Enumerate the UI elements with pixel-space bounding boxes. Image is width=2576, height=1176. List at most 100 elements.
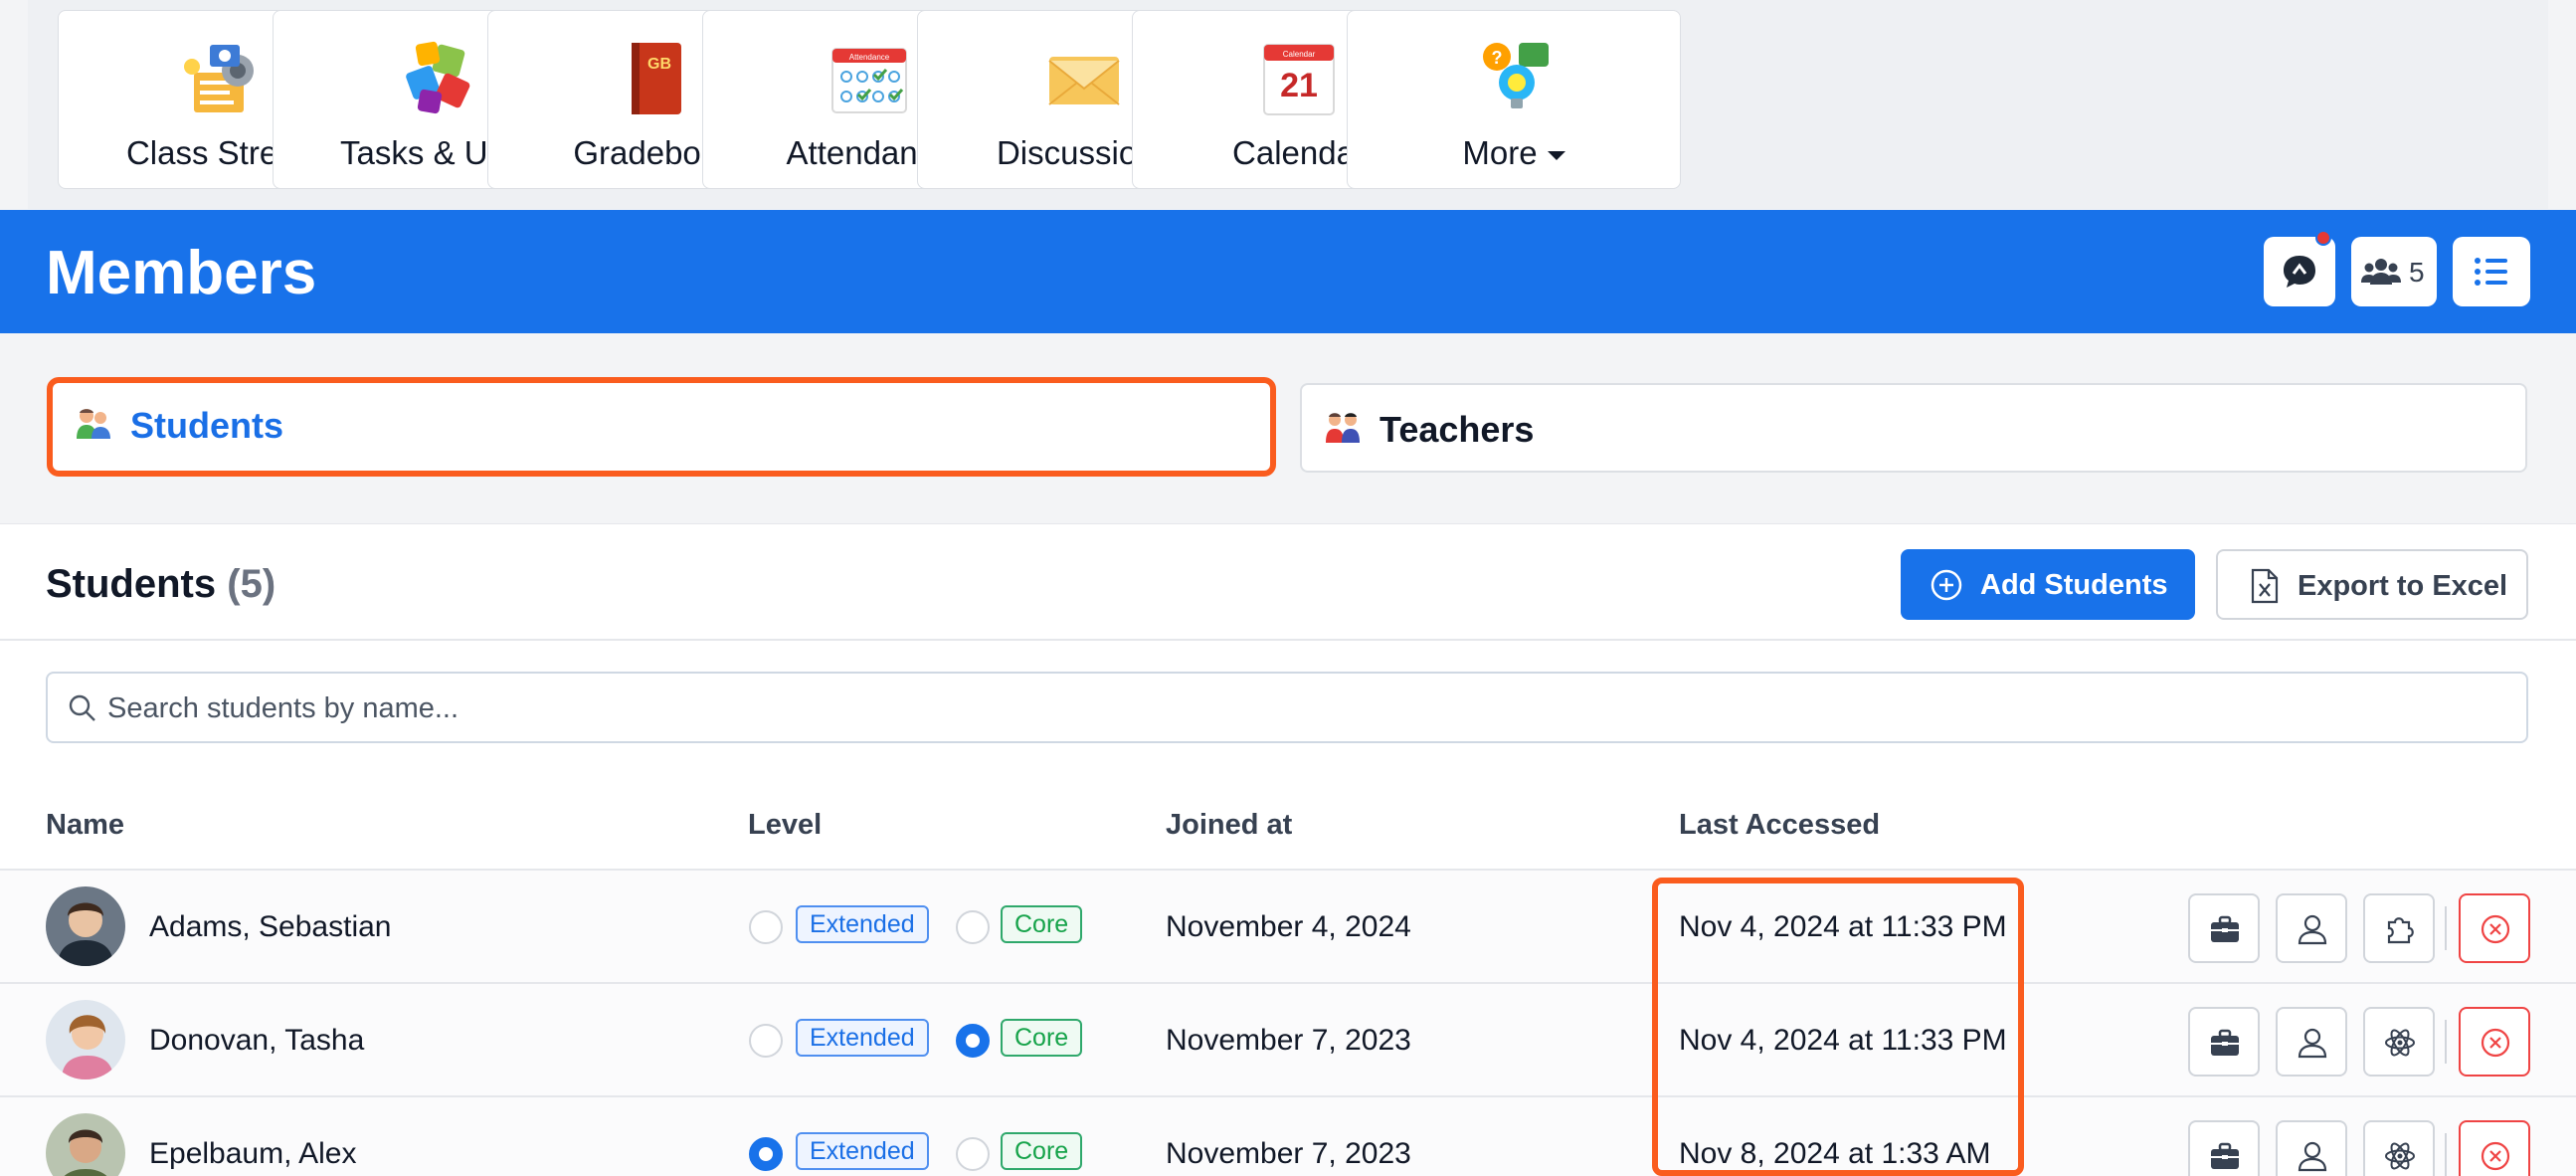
remove-circle-icon <box>2481 914 2510 944</box>
list-icon <box>2475 258 2507 286</box>
nav-tile-label: More <box>1348 134 1680 172</box>
briefcase-icon <box>2211 1142 2239 1169</box>
user-icon <box>2298 1141 2327 1172</box>
column-header-joined[interactable]: Joined at <box>1166 809 1292 842</box>
attendance-icon: Attendance <box>831 48 907 113</box>
joined-date: November 7, 2023 <box>1166 1137 1411 1170</box>
level-extended-radio[interactable] <box>749 1137 783 1171</box>
column-header-last-accessed[interactable]: Last Accessed <box>1679 809 1880 842</box>
notification-dot <box>2315 230 2331 246</box>
level-extended-badge: Extended <box>796 1132 929 1170</box>
list-view-button[interactable] <box>2453 237 2530 306</box>
level-core-badge: Core <box>1001 905 1083 943</box>
excel-file-icon <box>2251 568 2279 604</box>
students-panel: Students (5) Add Students Export to Exce… <box>0 524 2576 1176</box>
level-extended-badge: Extended <box>796 1019 929 1057</box>
remove-circle-icon <box>2481 1028 2510 1058</box>
remove-student-button[interactable] <box>2459 893 2530 963</box>
tab-label: Students <box>130 405 284 446</box>
chevron-down-icon <box>1547 150 1565 160</box>
level-core-radio[interactable] <box>956 1137 990 1171</box>
student-name[interactable]: Donovan, Tasha <box>149 1024 364 1058</box>
last-accessed: Nov 4, 2024 at 11:33 PM <box>1679 1024 2007 1057</box>
teachers-icon <box>1326 413 1360 443</box>
page-title: Members <box>46 239 317 307</box>
student-name[interactable]: Epelbaum, Alex <box>149 1137 356 1171</box>
attendance-icon-text: Attendance <box>849 53 890 62</box>
nav-tile-more[interactable]: ? More <box>1347 10 1681 189</box>
export-excel-button[interactable]: Export to Excel <box>2216 549 2528 620</box>
remove-student-button[interactable] <box>2459 1120 2530 1176</box>
level-core-radio[interactable] <box>956 910 990 944</box>
portfolio-button[interactable] <box>2188 1007 2260 1077</box>
level-core-radio[interactable] <box>956 1024 990 1058</box>
avatar <box>46 886 125 966</box>
portfolio-button[interactable] <box>2188 893 2260 963</box>
chat-button[interactable] <box>2264 230 2335 306</box>
calendar-icon-text: Calendar <box>1283 50 1316 59</box>
more-icon: ? <box>1483 43 1549 108</box>
section-title-text: Students <box>46 562 217 606</box>
members-count-button[interactable]: 5 <box>2351 237 2437 306</box>
divider <box>2445 906 2447 950</box>
members-header: Members 5 <box>0 210 2576 333</box>
profile-button[interactable] <box>2276 1120 2347 1176</box>
profile-button[interactable] <box>2276 893 2347 963</box>
portfolio-button[interactable] <box>2188 1120 2260 1176</box>
briefcase-icon <box>2211 915 2239 942</box>
puzzle-piece-icon <box>2387 917 2414 944</box>
remove-circle-icon <box>2481 1141 2510 1171</box>
level-extended-radio[interactable] <box>749 910 783 944</box>
user-icon <box>2298 914 2327 945</box>
last-accessed: Nov 8, 2024 at 1:33 AM <box>1679 1137 1991 1170</box>
envelope-icon <box>1048 57 1120 105</box>
joined-date: November 7, 2023 <box>1166 1024 1411 1057</box>
member-tabs: Students Teachers <box>0 333 2576 524</box>
user-icon <box>2298 1028 2327 1059</box>
students-icon <box>77 409 110 439</box>
plus-circle-icon <box>1931 569 1962 601</box>
users-icon <box>2361 259 2401 285</box>
atom-button[interactable] <box>2363 1007 2435 1077</box>
export-excel-label: Export to Excel <box>2298 570 2508 602</box>
calendar-day-text: 21 <box>1280 67 1318 104</box>
atom-button[interactable] <box>2363 1120 2435 1176</box>
avatar <box>46 1000 125 1079</box>
profile-button[interactable] <box>2276 1007 2347 1077</box>
search-icon <box>69 694 95 721</box>
search-input[interactable] <box>107 684 2494 733</box>
puzzle-button[interactable] <box>2363 893 2435 963</box>
tab-label: Teachers <box>1380 409 1535 450</box>
divider <box>2445 1133 2447 1176</box>
add-students-button[interactable]: Add Students <box>1901 549 2195 620</box>
calendar-icon: Calendar 21 <box>1263 44 1335 115</box>
chat-bubble-icon <box>2284 256 2315 288</box>
column-header-level[interactable]: Level <box>748 809 822 842</box>
level-core-badge: Core <box>1001 1132 1083 1170</box>
column-header-name[interactable]: Name <box>46 809 124 842</box>
last-accessed: Nov 4, 2024 at 11:33 PM <box>1679 910 2007 943</box>
svg-text:?: ? <box>1492 48 1503 68</box>
table-row: Epelbaum, Alex Extended Core November 7,… <box>0 1097 2576 1176</box>
avatar <box>46 1113 125 1176</box>
level-extended-badge: Extended <box>796 905 929 943</box>
remove-student-button[interactable] <box>2459 1007 2530 1077</box>
tab-students[interactable]: Students <box>47 377 1276 477</box>
search-box[interactable] <box>46 672 2528 743</box>
level-extended-radio[interactable] <box>749 1024 783 1058</box>
section-title: Students (5) <box>46 562 276 607</box>
level-core-badge: Core <box>1001 1019 1083 1057</box>
gradebook-icon-text: GB <box>647 56 671 73</box>
student-count: (5) <box>227 562 276 606</box>
add-students-label: Add Students <box>1980 569 2168 601</box>
tab-teachers[interactable]: Teachers <box>1300 383 2527 473</box>
top-navigation: Class Stream Tasks & Units GB Gradebook … <box>28 0 2548 209</box>
member-count: 5 <box>2409 257 2425 288</box>
divider <box>0 639 2576 641</box>
briefcase-icon <box>2211 1029 2239 1056</box>
divider <box>2445 1020 2447 1064</box>
joined-date: November 4, 2024 <box>1166 910 1411 943</box>
table-row: Donovan, Tasha Extended Core November 7,… <box>0 984 2576 1097</box>
puzzle-icon <box>406 41 470 114</box>
student-name[interactable]: Adams, Sebastian <box>149 910 391 944</box>
